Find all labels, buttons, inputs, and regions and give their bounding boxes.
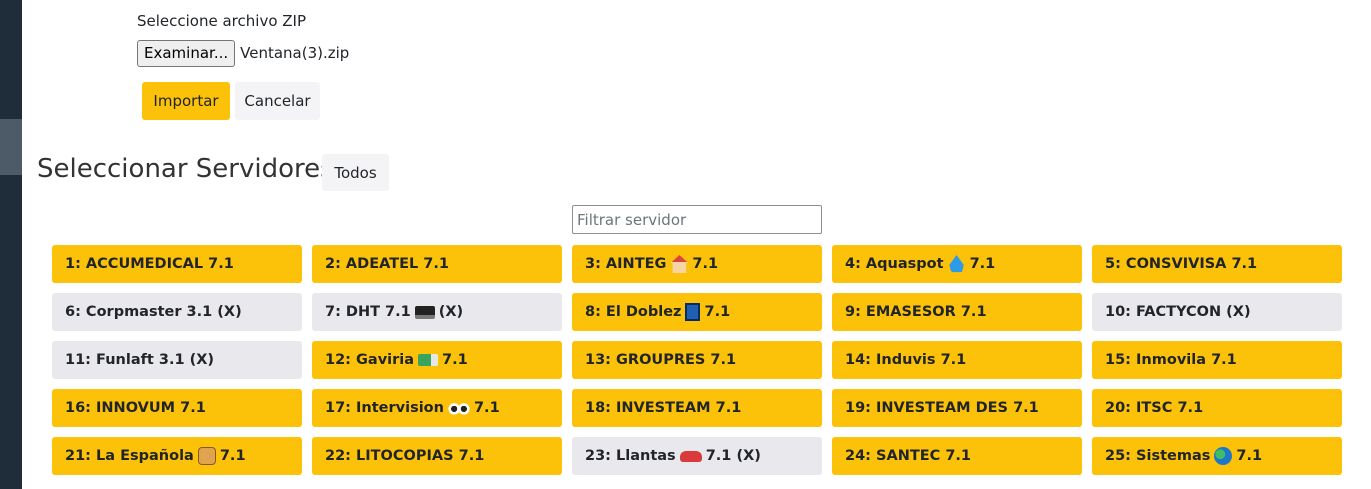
server-card[interactable]: 19: INVESTEAM DES 7.1 [832,389,1082,427]
server-card-label: 3: AINTEG [585,256,667,272]
server-card[interactable]: 2: ADEATEL 7.1 [312,245,562,283]
server-card[interactable]: 20: ITSC 7.1 [1092,389,1342,427]
server-card-version: 7.1 (X) [705,448,761,464]
server-card[interactable]: 24: SANTEC 7.1 [832,437,1082,475]
file-picker: Examinar... Ventana(3).zip [137,39,350,67]
server-card-label: 16: INNOVUM [65,400,176,416]
bread-icon [197,447,216,465]
server-card-label: 23: Llantas [585,448,676,464]
server-card-label: 19: INVESTEAM DES [845,400,1009,416]
truck-icon [418,354,439,366]
server-card-version: 7.1 [940,352,967,368]
server-card-version: (X) [438,304,464,320]
zip-upload-label: Seleccione archivo ZIP [137,12,307,30]
server-card[interactable]: 15: Inmovila 7.1 [1092,341,1342,379]
server-card-version: 7.1 [423,256,449,272]
server-card-version: 7.1 [208,256,234,272]
server-card[interactable]: 8: El Doblez 7.1 [572,293,822,331]
import-button[interactable]: Importar [142,82,230,120]
server-card[interactable]: 11: Funlaft 3.1 (X) [52,341,302,379]
server-card-version: 7.1 [969,256,996,272]
server-card-version: 7.1 [704,304,731,320]
server-card[interactable]: 16: INNOVUM 7.1 [52,389,302,427]
server-card[interactable]: 17: Intervision 7.1 [312,389,562,427]
server-card-version: 7.1 [1236,448,1263,464]
server-card-version: 7.1 [945,448,972,464]
server-card-label: 14: Induvis [845,352,936,368]
server-card[interactable]: 22: LITOCOPIAS 7.1 [312,437,562,475]
laptop-icon [414,305,435,319]
door-icon [685,303,701,321]
cancel-button[interactable]: Cancelar [235,82,320,120]
server-card-version: 7.1 [1211,352,1237,368]
server-card-version: 7.1 [442,352,468,368]
select-all-button[interactable]: Todos [322,154,389,191]
server-card-version: 7.1 [1013,400,1039,416]
server-card-version: 7.1 [692,256,719,272]
server-card-label: 17: Intervision [325,400,444,416]
server-card[interactable]: 7: DHT 7.1 (X) [312,293,562,331]
servers-section-title: Seleccionar Servidores [37,154,334,184]
server-card-label: 22: LITOCOPIAS [325,448,454,464]
car-icon [679,450,702,462]
server-card[interactable]: 13: GROUPRES 7.1 [572,341,822,379]
server-card[interactable]: 1: ACCUMEDICAL 7.1 [52,245,302,283]
server-card-label: 20: ITSC [1105,400,1173,416]
server-card-label: 5: CONSVIVISA [1105,256,1227,272]
server-card[interactable]: 18: INVESTEAM 7.1 [572,389,822,427]
server-card-label: 11: Funlaft 3.1 (X) [65,352,215,368]
globe-icon [1214,447,1233,465]
server-card-label: 10: FACTYCON (X) [1105,304,1251,320]
server-card[interactable]: 9: EMASESOR 7.1 [832,293,1082,331]
house-icon [670,255,689,273]
server-card-label: 2: ADEATEL [325,256,419,272]
sidebar-collapse-handle[interactable] [0,119,22,175]
server-card-label: 18: INVESTEAM [585,400,711,416]
server-card-version: 7.1 [219,448,246,464]
server-card-version: 7.1 [710,352,737,368]
browse-button[interactable]: Examinar... [137,39,236,67]
server-card[interactable]: 3: AINTEG 7.1 [572,245,822,283]
server-card-version: 7.1 [473,400,500,416]
server-card-label: 12: Gaviria [325,352,415,368]
server-card-label: 4: Aquaspot [845,256,944,272]
server-card[interactable]: 10: FACTYCON (X) [1092,293,1342,331]
eyes-icon [447,399,470,417]
server-card-label: 8: El Doblez [585,304,682,320]
left-sidebar [0,0,22,489]
server-grid: 1: ACCUMEDICAL 7.1 2: ADEATEL 7.1 3: AINTE… [52,245,1342,475]
server-card[interactable]: 12: Gaviria 7.1 [312,341,562,379]
server-card-label: 25: Sistemas [1105,448,1211,464]
server-card[interactable]: 6: Corpmaster 3.1 (X) [52,293,302,331]
server-card[interactable]: 5: CONSVIVISA 7.1 [1092,245,1342,283]
server-filter-input[interactable] [572,205,822,234]
server-card[interactable]: 25: Sistemas 7.1 [1092,437,1342,475]
droplet-icon [949,255,964,273]
server-card-label: 1: ACCUMEDICAL [65,256,204,272]
server-card-label: 15: Inmovila [1105,352,1206,368]
server-card[interactable]: 23: Llantas 7.1 (X) [572,437,822,475]
server-card-version: 7.1 [960,304,987,320]
selected-file-name: Ventana(3).zip [240,44,350,62]
server-card-version: 7.1 [1177,400,1204,416]
server-card[interactable]: 4: Aquaspot 7.1 [832,245,1082,283]
server-card-label: 21: La Española [65,448,194,464]
server-card-label: 24: SANTEC [845,448,941,464]
server-card[interactable]: 21: La Española 7.1 [52,437,302,475]
server-card-label: 6: Corpmaster 3.1 (X) [65,304,242,320]
server-card-version: 7.1 [715,400,742,416]
server-card-version: 7.1 [180,400,206,416]
server-card-version: 7.1 [458,448,485,464]
server-card-label: 13: GROUPRES [585,352,706,368]
server-card-label: 9: EMASESOR [845,304,956,320]
server-card-version: 7.1 [1231,256,1258,272]
server-card[interactable]: 14: Induvis 7.1 [832,341,1082,379]
server-card-label: 7: DHT 7.1 [325,304,411,320]
